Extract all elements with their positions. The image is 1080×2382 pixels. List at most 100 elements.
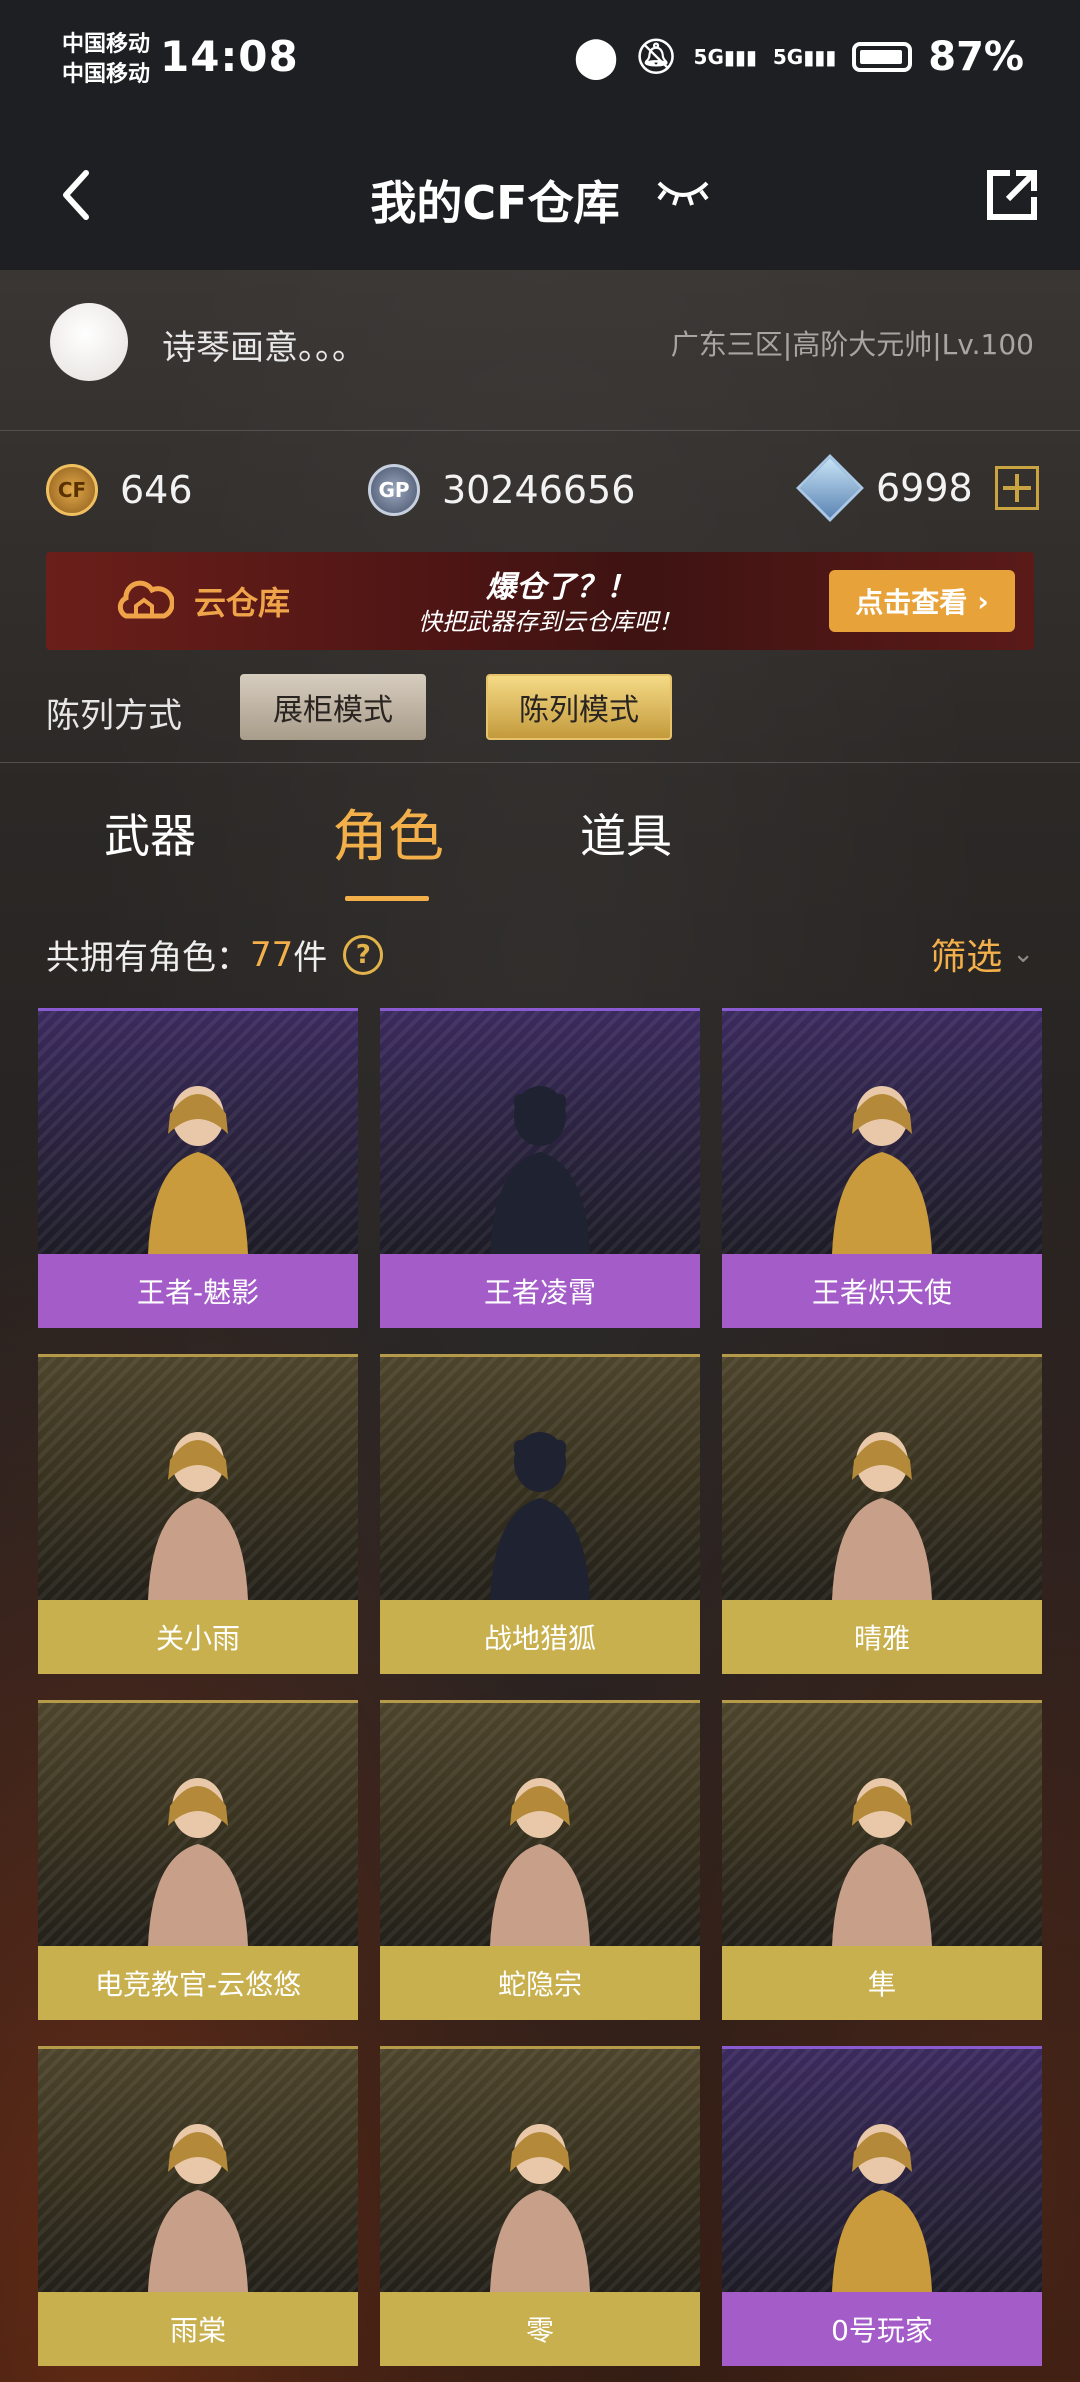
character-portrait <box>38 1008 358 1254</box>
carrier-2: 中国移动 <box>62 62 151 87</box>
location-icon: ⬤ <box>573 34 619 80</box>
character-name: 0号玩家 <box>722 2292 1042 2366</box>
character-name: 晴雅 <box>722 1600 1042 1674</box>
cloud-house-icon <box>117 580 174 619</box>
character-portrait <box>380 2046 700 2292</box>
character-card[interactable]: 雨棠 <box>38 2046 358 2366</box>
display-mode-label: 陈列方式 <box>46 696 182 736</box>
currency-row: CF 646 GP 30246656 6998 <box>0 430 1080 550</box>
character-name: 王者凌霄 <box>380 1254 700 1328</box>
character-name: 蛇隐宗 <box>380 1946 700 2020</box>
avatar[interactable] <box>50 303 128 381</box>
count-prefix: 共拥有角色： <box>46 938 250 978</box>
help-icon[interactable]: ? <box>343 934 384 975</box>
top-nav: 我的CF仓库 <box>0 125 1080 270</box>
character-card[interactable]: 零 <box>380 2046 700 2366</box>
character-name: 电竞教官-云悠悠 <box>38 1946 358 2020</box>
signal-icon: 5G▮▮▮ <box>693 45 757 69</box>
chevron-down-icon: ⌄ <box>1012 939 1034 969</box>
gp-amount: 30246656 <box>442 468 636 512</box>
locked-silhouette-icon <box>490 1086 590 1254</box>
character-name: 零 <box>380 2292 700 2366</box>
count-suffix: 件 <box>293 938 328 978</box>
filter-button[interactable]: 筛选 ⌄ <box>930 928 1034 980</box>
diamond-icon <box>796 454 864 522</box>
view-button-label: 点击查看 <box>855 586 968 619</box>
gp-points: GP 30246656 <box>368 464 635 516</box>
carrier-1: 中国移动 <box>62 32 151 57</box>
cf-points: CF 646 <box>46 464 193 516</box>
character-figure <box>832 1432 932 1600</box>
character-figure <box>832 2124 932 2292</box>
profile-row: 诗琴画意。。。 广东三区|高阶大元帅|Lv.100 <box>0 270 1080 431</box>
clock: 14:08 <box>160 32 299 81</box>
list-mode-button[interactable]: 陈列模式 <box>486 674 672 740</box>
character-name: 王者-魅影 <box>38 1254 358 1328</box>
tab-characters[interactable]: 角色 <box>332 792 444 873</box>
character-name: 关小雨 <box>38 1600 358 1674</box>
character-portrait <box>722 1354 1042 1600</box>
tab-items[interactable]: 道具 <box>580 800 672 866</box>
battery-level: 87% <box>928 34 1024 80</box>
username: 诗琴画意。。。 <box>162 328 366 368</box>
character-name: 隼 <box>722 1946 1042 2020</box>
character-figure <box>148 2124 248 2292</box>
mute-icon: 🔕︎ <box>634 37 678 77</box>
character-portrait <box>722 2046 1042 2292</box>
character-grid: 王者-魅影 王者凌霄 王者炽天使 关小雨 战地猎狐 晴雅 电竞教官-云悠悠 蛇隐… <box>38 1008 1042 2366</box>
page-title: 我的CF仓库 <box>370 176 620 230</box>
cloud-storage-banner[interactable]: 云仓库 爆仓了？！ 快把武器存到云仓库吧！ 点击查看 › <box>46 552 1034 650</box>
gp-coin-icon: GP <box>368 464 420 516</box>
character-portrait <box>38 1354 358 1600</box>
eye-closed-icon[interactable] <box>655 167 711 217</box>
character-portrait <box>38 2046 358 2292</box>
divider <box>0 762 1080 763</box>
cf-coin-icon: CF <box>46 464 98 516</box>
battery-icon <box>852 42 913 72</box>
character-card[interactable]: 关小雨 <box>38 1354 358 1674</box>
cf-amount: 646 <box>120 468 193 512</box>
character-name: 王者炽天使 <box>722 1254 1042 1328</box>
status-bar: 中国移动 中国移动 14:08 ⬤ 🔕︎ 5G▮▮▮ 5G▮▮▮ 87% <box>0 0 1080 125</box>
character-figure <box>832 1086 932 1254</box>
character-name: 雨棠 <box>38 2292 358 2366</box>
character-figure <box>148 1778 248 1946</box>
character-name: 战地猎狐 <box>380 1600 700 1674</box>
character-card[interactable]: 晴雅 <box>722 1354 1042 1674</box>
diamond-points: 6998 <box>796 454 1039 522</box>
banner-headline: 爆仓了？！ <box>486 570 636 605</box>
add-currency-button[interactable] <box>994 466 1039 510</box>
character-portrait <box>722 1700 1042 1946</box>
character-count: 共拥有角色： 77 件 ? <box>46 930 384 979</box>
character-portrait <box>380 1354 700 1600</box>
character-card[interactable]: 0号玩家 <box>722 2046 1042 2366</box>
banner-title: 云仓库 <box>194 584 291 622</box>
locked-silhouette-icon <box>490 1432 590 1600</box>
server-rank: 广东三区|高阶大元帅|Lv.100 <box>670 328 1034 361</box>
character-card[interactable]: 电竞教官-云悠悠 <box>38 1700 358 2020</box>
signal-icon-2: 5G▮▮▮ <box>772 45 837 69</box>
character-figure <box>148 1086 248 1254</box>
character-portrait <box>380 1700 700 1946</box>
chevron-right-icon: › <box>977 584 989 618</box>
count-number: 77 <box>250 934 294 975</box>
character-card[interactable]: 王者凌霄 <box>380 1008 700 1328</box>
active-tab-indicator <box>345 896 429 901</box>
share-icon[interactable] <box>982 167 1040 225</box>
tab-weapons[interactable]: 武器 <box>104 800 196 866</box>
character-figure <box>490 1778 590 1946</box>
character-figure <box>832 1778 932 1946</box>
character-card[interactable]: 战地猎狐 <box>380 1354 700 1674</box>
banner-subtext: 快把武器存到云仓库吧！ <box>418 608 682 636</box>
character-card[interactable]: 蛇隐宗 <box>380 1700 700 2020</box>
view-button[interactable]: 点击查看 › <box>829 570 1015 632</box>
status-icons: ⬤ 🔕︎ 5G▮▮▮ 5G▮▮▮ 87% <box>574 34 1024 80</box>
showcase-mode-button[interactable]: 展柜模式 <box>240 674 426 740</box>
character-card[interactable]: 王者炽天使 <box>722 1008 1042 1328</box>
diamond-amount: 6998 <box>876 466 973 510</box>
character-figure <box>148 1432 248 1600</box>
character-figure <box>490 2124 590 2292</box>
character-portrait <box>722 1008 1042 1254</box>
character-card[interactable]: 王者-魅影 <box>38 1008 358 1328</box>
character-card[interactable]: 隼 <box>722 1700 1042 2020</box>
